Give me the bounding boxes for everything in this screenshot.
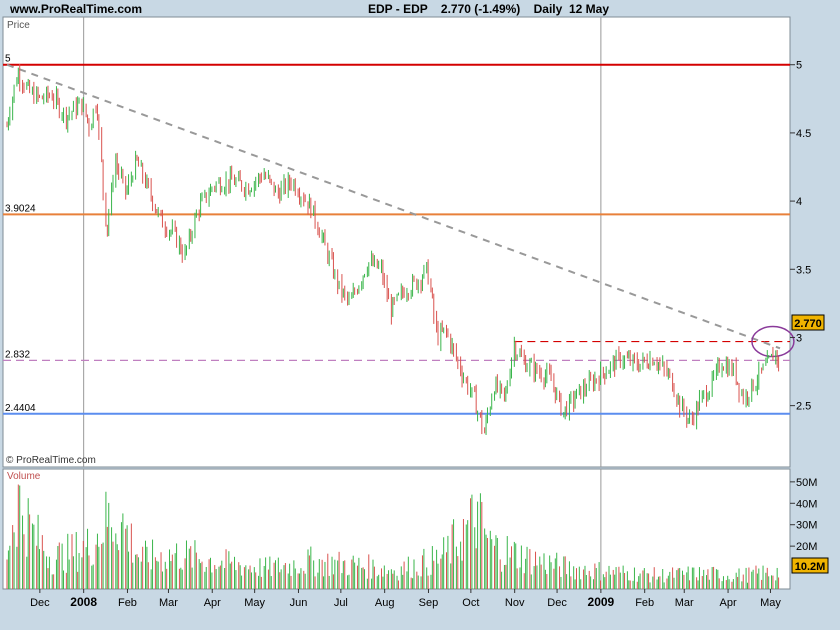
last-volume-badge: 10.2M bbox=[791, 557, 829, 574]
x-tick-label: Feb bbox=[635, 597, 654, 609]
x-tick-label: Sep bbox=[419, 597, 439, 609]
y-tick-label: 3 bbox=[796, 332, 802, 344]
volume-tick-label: 20M bbox=[796, 541, 817, 553]
level-label: 2.832 bbox=[5, 349, 30, 360]
x-tick-label: Apr bbox=[719, 597, 736, 609]
price-panel bbox=[2, 16, 791, 468]
y-tick-label: 5 bbox=[796, 60, 802, 72]
y-tick-label: 4.5 bbox=[796, 128, 811, 140]
level-label: 3.9024 bbox=[5, 203, 36, 214]
watermark: © ProRealTime.com bbox=[6, 455, 96, 466]
price-volume-chart: 5 3.9024 2.4404 2.832 2.5 3 3.5 4 4.5 5 20M 30M 40… bbox=[2, 16, 829, 609]
volume-axis: 20M 30M 40M 50M bbox=[790, 477, 817, 553]
x-tick-label: Dec bbox=[547, 597, 567, 609]
x-tick-label: May bbox=[760, 597, 781, 609]
x-tick-label: Nov bbox=[505, 597, 525, 609]
y-tick-label: 3.5 bbox=[796, 264, 811, 276]
time-axis: Dec 2008 Feb Mar Apr May Jun Jul Aug Sep Oct Nov Dec… bbox=[30, 589, 781, 609]
x-tick-label: Aug bbox=[375, 597, 395, 609]
volume-tick-label: 50M bbox=[796, 477, 817, 489]
y-tick-label: 2.5 bbox=[796, 401, 811, 413]
x-tick-label: Apr bbox=[204, 597, 221, 609]
volume-tick-label: 30M bbox=[796, 520, 817, 532]
x-tick-label: Jun bbox=[290, 597, 308, 609]
y-tick-label: 4 bbox=[796, 196, 802, 208]
level-label: 5 bbox=[5, 54, 11, 65]
x-tick-label: Jul bbox=[334, 597, 348, 609]
last-price-badge: 2.770 bbox=[791, 314, 825, 331]
price-axis: 2.5 3 3.5 4 4.5 5 bbox=[790, 60, 811, 413]
price-panel-label: Price bbox=[7, 20, 30, 31]
level-label: 2.4404 bbox=[5, 403, 36, 414]
svg-text:2.770: 2.770 bbox=[794, 318, 822, 330]
x-tick-label: Dec bbox=[30, 597, 50, 609]
volume-panel-label: Volume bbox=[7, 471, 41, 482]
x-tick-label: Mar bbox=[159, 597, 178, 609]
x-tick-label: 2008 bbox=[70, 595, 97, 609]
x-tick-label: May bbox=[244, 597, 265, 609]
x-tick-label: Feb bbox=[118, 597, 137, 609]
x-tick-label: Mar bbox=[675, 597, 694, 609]
x-tick-label: 2009 bbox=[588, 595, 615, 609]
svg-text:10.2M: 10.2M bbox=[795, 561, 826, 573]
x-tick-label: Oct bbox=[462, 597, 479, 609]
volume-tick-label: 40M bbox=[796, 498, 817, 510]
